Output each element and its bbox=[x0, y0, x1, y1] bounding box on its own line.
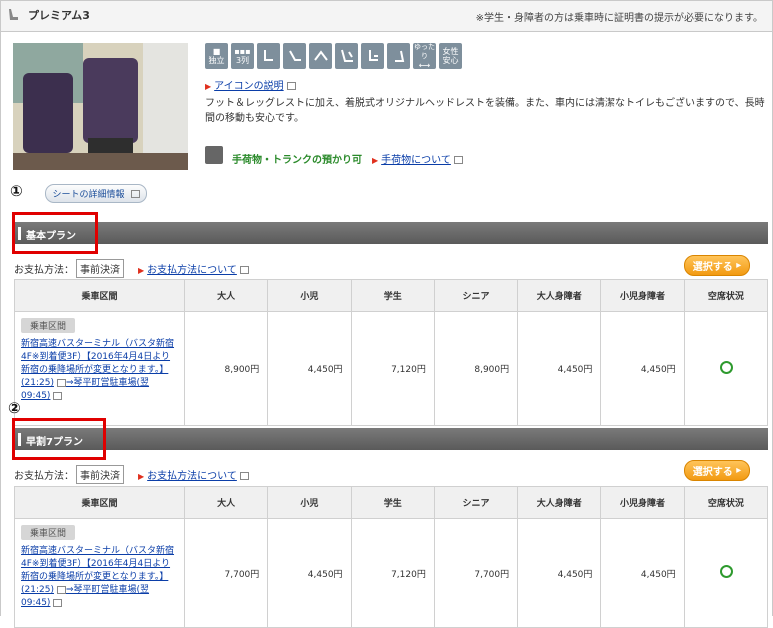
payment-row: お支払方法： 事前決済 ▶ お支払方法について bbox=[14, 259, 249, 278]
seat-description: フット＆レッグレストに加え、着脱式オリジナルヘッドレストを装備。また、車内には清… bbox=[205, 98, 765, 124]
payment-method: 事前決済 bbox=[76, 465, 124, 484]
col-adult-disabled: 大人身障者 bbox=[517, 279, 602, 312]
col-adult-disabled: 大人身障者 bbox=[517, 486, 602, 519]
seat-icon bbox=[257, 43, 280, 69]
route-tag: 乗車区間 bbox=[21, 318, 76, 333]
highlight-box bbox=[12, 212, 98, 254]
col-senior: シニア bbox=[433, 279, 519, 312]
baggage-link[interactable]: ▶ 手荷物について bbox=[372, 151, 463, 166]
arrow-icon: ▶ bbox=[372, 156, 379, 165]
col-availability: 空席状況 bbox=[683, 486, 769, 519]
headrest-icon bbox=[361, 43, 384, 69]
price-senior: 8,900円 bbox=[433, 311, 519, 426]
legrest-icon bbox=[283, 43, 306, 69]
availability-cell[interactable] bbox=[683, 518, 769, 628]
table-header-row: 乗車区間 大人 小児 学生 シニア 大人身障者 小児身障者 空席状況 bbox=[14, 486, 769, 519]
col-senior: シニア bbox=[433, 486, 519, 519]
arrow-icon: ▶ bbox=[138, 266, 145, 275]
fare-table: 乗車区間 大人 小児 学生 シニア 大人身障者 小児身障者 空席状況 乗車区間 … bbox=[14, 486, 769, 628]
route-cell: 乗車区間 新宿高速バスターミナル（バスタ新宿4F※到着便3F）【2016年4月4… bbox=[14, 311, 185, 426]
table-row: 乗車区間 新宿高速バスターミナル（バスタ新宿4F※到着便3F）【2016年4月4… bbox=[14, 311, 769, 426]
col-route: 乗車区間 bbox=[14, 486, 185, 519]
icon-help-link[interactable]: ▶ アイコンの説明 bbox=[205, 77, 296, 92]
price-adult: 7,700円 bbox=[183, 518, 269, 628]
payment-help-link[interactable]: お支払方法について bbox=[147, 265, 237, 276]
price-adult-disabled: 4,450円 bbox=[517, 311, 602, 426]
external-link-icon bbox=[130, 189, 140, 198]
price-senior: 7,700円 bbox=[433, 518, 519, 628]
private-seat-icon: ■ 独立 bbox=[205, 43, 228, 69]
external-link-icon bbox=[56, 585, 66, 594]
col-child-disabled: 小児身障者 bbox=[600, 279, 685, 312]
table-header-row: 乗車区間 大人 小児 学生 シニア 大人身障者 小児身障者 空席状況 bbox=[14, 279, 769, 312]
price-adult: 8,900円 bbox=[183, 311, 269, 426]
price-child: 4,450円 bbox=[267, 518, 352, 628]
col-student: 学生 bbox=[350, 279, 435, 312]
available-circle-icon[interactable] bbox=[719, 565, 733, 578]
suitcase-icon bbox=[205, 146, 223, 164]
marker-one: ① bbox=[10, 182, 23, 200]
price-student: 7,120円 bbox=[350, 311, 435, 426]
baggage-label: 手荷物・トランクの預かり可 bbox=[232, 155, 362, 166]
route-link[interactable]: 新宿高速バスターミナル（バスタ新宿4F※到着便3F）【2016年4月4日より新宿… bbox=[21, 545, 178, 610]
arrow-icon: ▶ bbox=[205, 82, 212, 91]
payment-row: お支払方法： 事前決済 ▶ お支払方法について bbox=[14, 465, 249, 484]
payment-help-link[interactable]: お支払方法について bbox=[147, 471, 237, 482]
price-student: 7,120円 bbox=[350, 518, 435, 628]
external-link-icon bbox=[53, 598, 63, 607]
three-row-icon: ▪▪▪ 3列 bbox=[231, 43, 254, 69]
external-link-icon bbox=[239, 266, 249, 274]
external-link-icon bbox=[53, 391, 63, 400]
available-circle-icon[interactable] bbox=[719, 360, 733, 374]
availability-cell[interactable] bbox=[683, 311, 769, 426]
seat-back-icon bbox=[387, 43, 410, 69]
price-child-disabled: 4,450円 bbox=[600, 311, 685, 426]
plan-bar-early: 早割7プラン bbox=[14, 428, 768, 450]
marker-two: ② bbox=[8, 399, 21, 417]
seat-photo bbox=[13, 43, 188, 170]
seat-icon bbox=[9, 9, 18, 20]
external-link-icon bbox=[286, 82, 296, 90]
highlight-box bbox=[12, 418, 106, 460]
route-link[interactable]: 新宿高速バスターミナル（バスタ新宿4F※到着便3F）【2016年4月4日より新宿… bbox=[21, 338, 178, 403]
price-child-disabled: 4,450円 bbox=[600, 518, 685, 628]
feature-icons: ■ 独立 ▪▪▪ 3列 ゆったり ⟷ 女性安心 bbox=[205, 42, 462, 70]
select-button[interactable]: 選択する ▸ bbox=[684, 460, 750, 481]
col-child: 小児 bbox=[267, 486, 352, 519]
external-link-icon bbox=[56, 378, 66, 387]
women-safe-icon: 女性安心 bbox=[439, 43, 462, 69]
price-adult-disabled: 4,450円 bbox=[517, 518, 602, 628]
fare-table: 乗車区間 大人 小児 学生 シニア 大人身障者 小児身障者 空席状況 乗車区間 … bbox=[14, 279, 769, 426]
notice-text: ※学生・身障者の方は乗車時に証明書の提示が必要になります。 bbox=[475, 13, 763, 24]
external-link-icon bbox=[239, 472, 249, 480]
plan-bar-basic: 基本プラン bbox=[14, 222, 768, 244]
external-link-icon bbox=[453, 156, 463, 164]
col-child: 小児 bbox=[267, 279, 352, 312]
reclining-icon bbox=[335, 43, 358, 69]
seat-detail-button[interactable]: シートの詳細情報 bbox=[45, 184, 147, 203]
plan-title: プレミアム3 bbox=[28, 9, 90, 22]
spacious-icon: ゆったり ⟷ bbox=[413, 42, 436, 70]
select-button[interactable]: 選択する ▸ bbox=[684, 255, 750, 276]
footrest-icon bbox=[309, 43, 332, 69]
col-adult: 大人 bbox=[183, 279, 269, 312]
payment-method: 事前決済 bbox=[76, 259, 124, 278]
arrow-icon: ▶ bbox=[138, 472, 145, 481]
col-adult: 大人 bbox=[183, 486, 269, 519]
col-child-disabled: 小児身障者 bbox=[600, 486, 685, 519]
price-child: 4,450円 bbox=[267, 311, 352, 426]
col-student: 学生 bbox=[350, 486, 435, 519]
col-availability: 空席状況 bbox=[683, 279, 769, 312]
table-row: 乗車区間 新宿高速バスターミナル（バスタ新宿4F※到着便3F）【2016年4月4… bbox=[14, 518, 769, 628]
route-tag: 乗車区間 bbox=[21, 525, 76, 540]
route-cell: 乗車区間 新宿高速バスターミナル（バスタ新宿4F※到着便3F）【2016年4月4… bbox=[14, 518, 185, 628]
col-route: 乗車区間 bbox=[14, 279, 185, 312]
